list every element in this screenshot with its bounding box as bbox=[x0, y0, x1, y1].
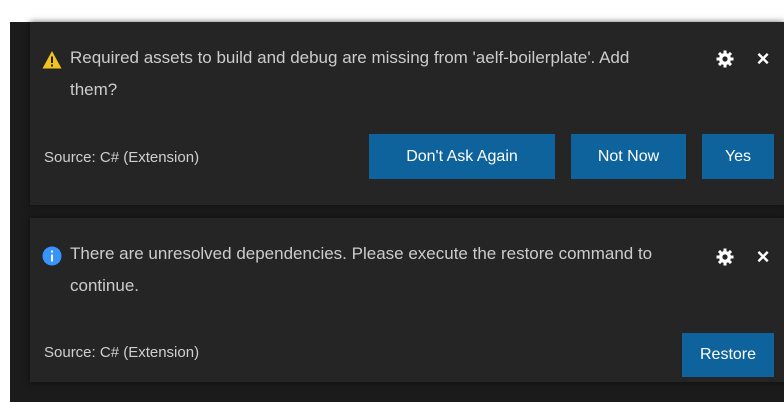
notification-actions: Don't Ask Again Not Now Yes bbox=[369, 134, 774, 179]
notification-toast-dependencies: There are unresolved dependencies. Pleas… bbox=[30, 218, 784, 382]
notification-message: There are unresolved dependencies. Pleas… bbox=[70, 244, 653, 295]
window-edge-left bbox=[0, 0, 10, 402]
gear-icon[interactable] bbox=[716, 248, 734, 266]
info-icon bbox=[42, 246, 62, 266]
warning-icon bbox=[42, 50, 62, 70]
close-icon[interactable]: × bbox=[754, 48, 772, 70]
window-edge-top bbox=[0, 0, 784, 22]
gear-icon[interactable] bbox=[716, 50, 734, 68]
notification-message-row: There are unresolved dependencies. Pleas… bbox=[42, 244, 774, 302]
notification-source: Source: C# (Extension) bbox=[44, 344, 200, 361]
notification-controls: × bbox=[716, 48, 772, 70]
notification-source: Source: C# (Extension) bbox=[44, 149, 200, 166]
dont-ask-again-button[interactable]: Don't Ask Again bbox=[369, 134, 555, 179]
not-now-button[interactable]: Not Now bbox=[571, 134, 686, 179]
notification-message-row: Required assets to build and debug are m… bbox=[42, 48, 774, 106]
close-icon[interactable]: × bbox=[754, 246, 772, 268]
yes-button[interactable]: Yes bbox=[702, 134, 774, 179]
restore-button[interactable]: Restore bbox=[682, 333, 774, 377]
notification-actions: Restore bbox=[682, 333, 774, 377]
notification-message: Required assets to build and debug are m… bbox=[70, 48, 630, 99]
notification-controls: × bbox=[716, 246, 772, 268]
notification-toast-assets: Required assets to build and debug are m… bbox=[30, 22, 784, 205]
